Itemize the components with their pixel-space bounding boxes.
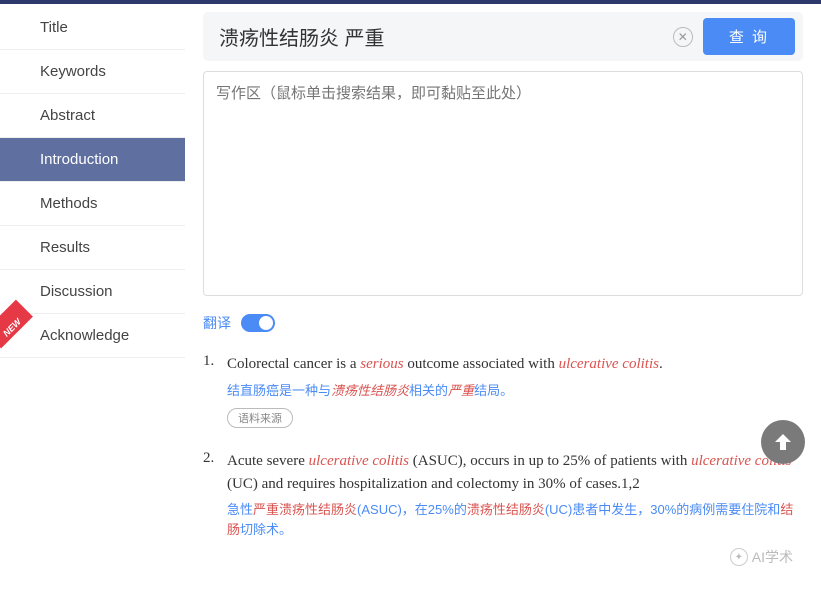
main-panel: ✕ 查 询 翻译 1. Colorectal cancer is a serio… [185,0,821,591]
result-english: Colorectal cancer is a serious outcome a… [227,353,803,376]
watermark-text: AI学术 [752,547,793,567]
clear-icon[interactable]: ✕ [673,27,693,47]
query-button[interactable]: 查 询 [703,18,795,55]
sidebar-item-abstract[interactable]: Abstract [0,94,185,138]
result-chinese: 急性严重溃疡性结肠炎(ASUC)，在25%的溃疡性结肠炎(UC)患者中发生，30… [227,500,803,539]
result-english: Acute severe ulcerative colitis (ASUC), … [227,450,803,495]
result-number: 2. [203,450,227,539]
search-bar: ✕ 查 询 [203,12,803,61]
result-item[interactable]: 2. Acute severe ulcerative colitis (ASUC… [203,450,803,539]
sidebar-item-methods[interactable]: Methods [0,182,185,226]
sidebar-item-discussion[interactable]: Discussion [0,270,185,314]
translate-row: 翻译 [203,313,803,333]
arrow-up-icon [771,430,795,454]
result-body: Colorectal cancer is a serious outcome a… [227,353,803,428]
scroll-top-button[interactable] [761,420,805,464]
sidebar-item-label: Acknowledge [40,327,129,344]
wechat-icon: ✦ [730,548,748,566]
result-body: Acute severe ulcerative colitis (ASUC), … [227,450,803,539]
translate-label: 翻译 [203,313,231,333]
result-number: 1. [203,353,227,428]
translate-toggle[interactable] [241,314,275,332]
toggle-knob [259,316,273,330]
sidebar: Title Keywords Abstract Introduction Met… [0,0,185,591]
results-list: 1. Colorectal cancer is a serious outcom… [203,353,803,539]
result-item[interactable]: 1. Colorectal cancer is a serious outcom… [203,353,803,428]
sidebar-item-acknowledge[interactable]: NEW Acknowledge [0,314,185,358]
sidebar-item-introduction[interactable]: Introduction [0,138,185,182]
search-input[interactable] [211,21,663,52]
result-chinese: 结直肠癌是一种与溃疡性结肠炎相关的严重结局。 [227,381,803,401]
writing-area[interactable] [203,71,803,296]
watermark: ✦ AI学术 [730,547,793,567]
source-button[interactable]: 语料来源 [227,408,293,428]
sidebar-item-title[interactable]: Title [0,6,185,50]
sidebar-item-results[interactable]: Results [0,226,185,270]
sidebar-item-keywords[interactable]: Keywords [0,50,185,94]
